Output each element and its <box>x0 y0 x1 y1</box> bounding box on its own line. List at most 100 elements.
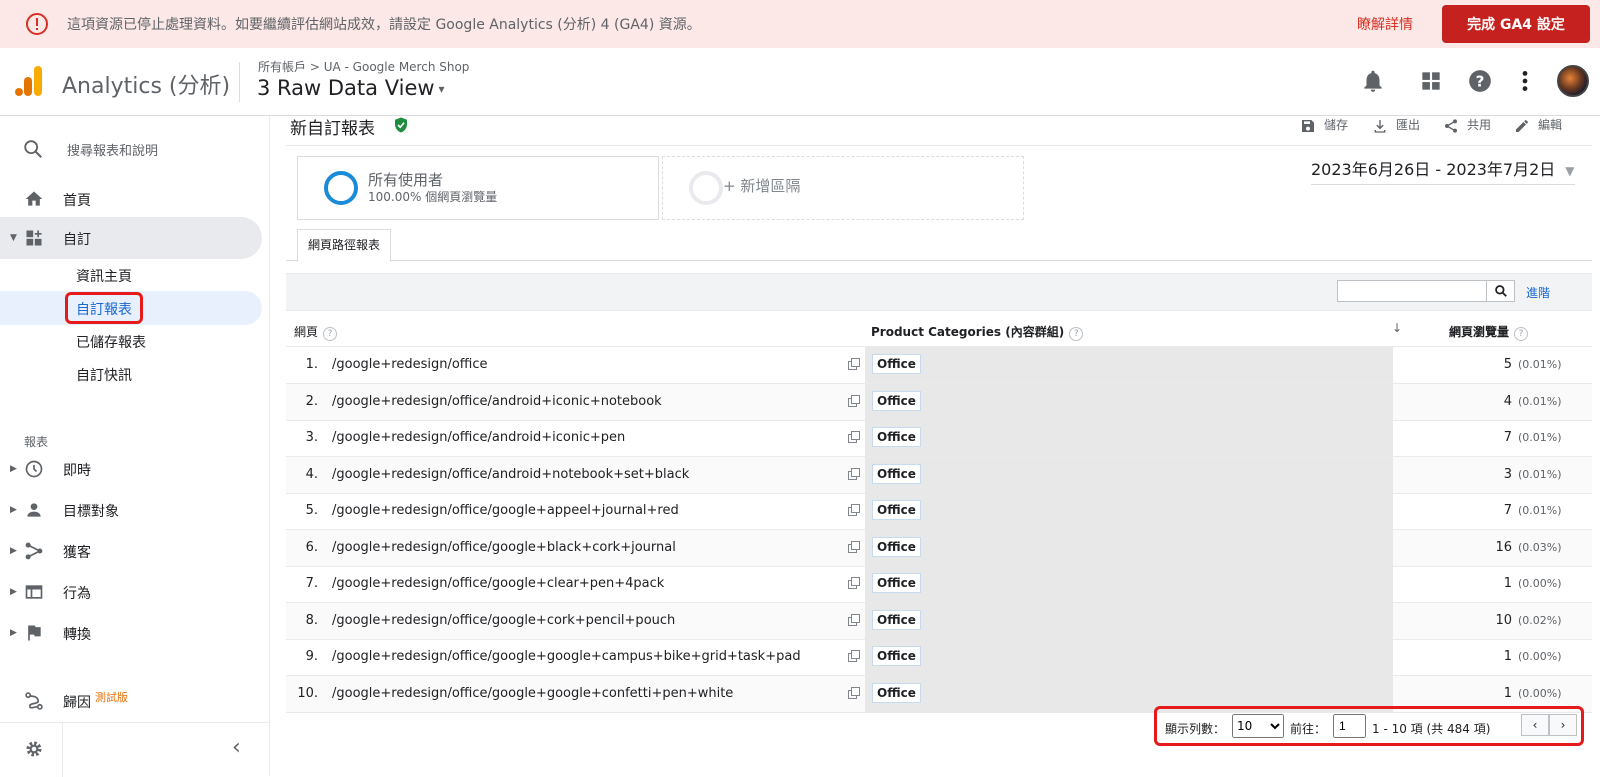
clock-icon <box>25 460 43 478</box>
next-page-button[interactable]: › <box>1549 714 1577 736</box>
row-number: 6. <box>305 539 318 555</box>
table-row[interactable]: 6. /google+redesign/office/google+black+c… <box>286 529 1592 567</box>
open-external-icon[interactable] <box>848 577 860 589</box>
export-button[interactable]: 匯出 <box>1372 116 1420 134</box>
share-button[interactable]: 共用 <box>1443 116 1491 134</box>
page-path-link[interactable]: /google+redesign/office/android+iconic+n… <box>332 394 662 409</box>
category-chip[interactable]: Office <box>872 500 921 520</box>
page-path-link[interactable]: /google+redesign/office/google+clear+pen… <box>332 576 664 591</box>
date-range-picker[interactable]: 2023年6月26日 - 2023年7月2日 ▼ <box>1311 156 1575 185</box>
pageviews-value: 4 <box>1503 393 1512 409</box>
tab-page-path-report[interactable]: 網頁路徑報表 <box>297 229 392 262</box>
page-path-link[interactable]: /google+redesign/office/google+black+cor… <box>332 540 676 555</box>
sidebar-search[interactable]: 搜尋報表和說明 <box>0 134 270 164</box>
category-cell <box>865 456 1393 493</box>
table-row[interactable]: 5. /google+redesign/office/google+appeel+… <box>286 493 1592 530</box>
help-icon[interactable]: ? <box>323 327 338 341</box>
page-path-link[interactable]: /google+redesign/office/google+appeel+jo… <box>332 503 679 518</box>
column-header-pageviews[interactable]: 網頁瀏覽量? <box>1449 323 1529 341</box>
complete-ga4-setup-button[interactable]: 完成 GA4 設定 <box>1442 5 1590 43</box>
page-path-link[interactable]: /google+redesign/office <box>332 357 488 372</box>
page-path-link[interactable]: /google+redesign/office/android+notebook… <box>332 467 689 482</box>
add-segment[interactable]: + 新增區隔 <box>662 156 1024 220</box>
table-row[interactable]: 2. /google+redesign/office/android+iconic… <box>286 383 1592 421</box>
bell-icon[interactable] <box>1360 68 1386 94</box>
search-placeholder: 搜尋報表和說明 <box>67 144 159 159</box>
sidebar-item-behavior[interactable]: ▶ 行為 <box>0 571 262 613</box>
pageviews-value: 1 <box>1503 576 1512 591</box>
collapse-sidebar-icon[interactable]: ‹ <box>232 735 241 760</box>
column-header-category[interactable]: Product Categories (內容群組)? <box>871 323 1084 341</box>
table-search-button[interactable] <box>1486 280 1515 302</box>
open-external-icon[interactable] <box>848 686 860 699</box>
rows-per-page-select[interactable]: 10 <box>1232 714 1284 738</box>
help-icon[interactable]: ? <box>1514 327 1529 341</box>
open-external-icon[interactable] <box>848 613 860 626</box>
more-vert-icon[interactable] <box>1512 68 1538 94</box>
sidebar-item-acquisition[interactable]: ▶ 獲客 <box>0 530 262 572</box>
open-external-icon[interactable] <box>848 394 860 407</box>
pageviews-value: 7 <box>1503 503 1512 518</box>
column-header-page[interactable]: 網頁? <box>294 323 338 341</box>
breadcrumb[interactable]: 所有帳戶 > UA - Google Merch Shop <box>258 58 469 75</box>
gear-icon[interactable] <box>24 739 44 759</box>
category-chip[interactable]: Office <box>872 463 921 484</box>
category-chip[interactable]: Office <box>872 646 921 666</box>
pageviews-percent: (0.01%) <box>1518 431 1562 444</box>
open-external-icon[interactable] <box>848 650 860 662</box>
sidebar-item-home[interactable]: 首頁 <box>0 178 262 220</box>
category-chip[interactable]: Office <box>872 354 921 374</box>
category-chip[interactable]: Office <box>872 682 921 703</box>
edit-label: 編輯 <box>1538 118 1563 132</box>
expand-right-icon: ▶ <box>10 505 17 515</box>
open-external-icon[interactable] <box>848 540 860 553</box>
edit-button[interactable]: 編輯 <box>1514 116 1562 134</box>
sort-descending-icon[interactable]: ↓ <box>1392 321 1402 335</box>
apps-icon[interactable] <box>1418 68 1444 94</box>
table-header: 網頁? Product Categories (內容群組)? ↓ 網頁瀏覽量? <box>286 311 1592 347</box>
open-external-icon[interactable] <box>848 431 860 443</box>
breadcrumb-root[interactable]: 所有帳戶 <box>258 60 306 74</box>
page-path-link[interactable]: /google+redesign/office/google+google+ca… <box>332 649 801 664</box>
open-external-icon[interactable] <box>848 467 860 480</box>
sidebar-subitem-dashboards[interactable]: 資訊主頁 <box>0 258 262 292</box>
page-path-link[interactable]: /google+redesign/office/android+iconic+p… <box>332 430 625 445</box>
segment-all-users[interactable]: 所有使用者 100.00% 個網頁瀏覽量 <box>297 156 659 220</box>
table-row[interactable]: 9. /google+redesign/office/google+google+… <box>286 639 1592 676</box>
sidebar-item-audience[interactable]: ▶ 目標對象 <box>0 489 262 531</box>
help-icon[interactable]: ? <box>1069 327 1084 341</box>
help-icon[interactable]: ? <box>1467 68 1493 94</box>
sidebar-item-customization[interactable]: ▼ 自訂 <box>0 217 262 259</box>
prev-page-button[interactable]: ‹ <box>1521 714 1549 736</box>
account-avatar[interactable] <box>1557 65 1589 97</box>
goto-page-input[interactable] <box>1333 714 1366 738</box>
view-selector[interactable]: 3 Raw Data View ▾ <box>257 76 445 100</box>
sidebar-subitem-saved-reports[interactable]: 已儲存報表 <box>0 324 262 358</box>
open-external-icon[interactable] <box>848 504 860 516</box>
breadcrumb-account[interactable]: UA - Google Merch Shop <box>324 60 470 74</box>
table-row[interactable]: 4. /google+redesign/office/android+notebo… <box>286 456 1592 494</box>
sidebar-footer: ‹ <box>0 722 270 777</box>
sidebar-item-conversions[interactable]: ▶ 轉換 <box>0 612 262 654</box>
pageviews-percent: (0.02%) <box>1518 613 1562 627</box>
table-row[interactable]: 3. /google+redesign/office/android+iconic… <box>286 420 1592 457</box>
sidebar-subitem-custom-alerts[interactable]: 自訂快訊 <box>0 357 262 391</box>
table-row[interactable]: 7. /google+redesign/office/google+clear+p… <box>286 566 1592 603</box>
sidebar-item-attribution[interactable]: 歸因 測試版 <box>0 680 262 722</box>
table-row[interactable]: 1. /google+redesign/office Office 5 (0.01%) <box>286 347 1592 384</box>
sidebar-item-realtime[interactable]: ▶ 即時 <box>0 448 262 490</box>
category-chip[interactable]: Office <box>872 573 921 593</box>
share-label: 共用 <box>1467 118 1492 132</box>
learn-more-link[interactable]: 瞭解詳情 <box>1357 14 1413 34</box>
page-path-link[interactable]: /google+redesign/office/google+cork+penc… <box>332 613 675 628</box>
category-chip[interactable]: Office <box>872 609 921 630</box>
page-path-link[interactable]: /google+redesign/office/google+google+co… <box>332 686 733 701</box>
save-button[interactable]: 儲存 <box>1300 116 1348 134</box>
table-search-input[interactable] <box>1337 280 1487 302</box>
category-chip[interactable]: Office <box>872 427 921 447</box>
category-chip[interactable]: Office <box>872 390 921 411</box>
advanced-filter-link[interactable]: 進階 <box>1526 284 1550 301</box>
category-chip[interactable]: Office <box>872 536 921 557</box>
table-row[interactable]: 8. /google+redesign/office/google+cork+pe… <box>286 602 1592 640</box>
open-external-icon[interactable] <box>848 358 860 370</box>
